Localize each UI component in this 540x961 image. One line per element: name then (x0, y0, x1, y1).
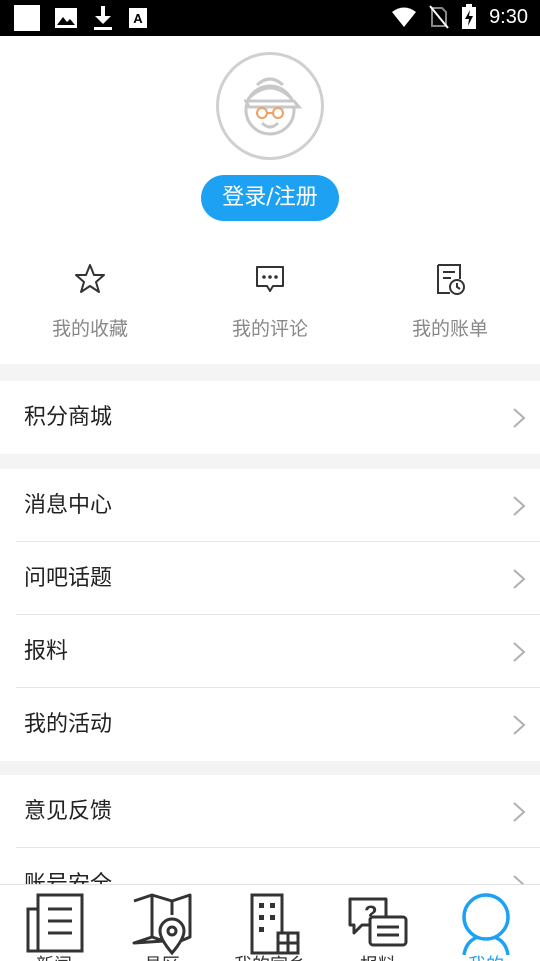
menu-item-message-center[interactable]: 消息中心 (0, 469, 540, 542)
square-icon (14, 5, 40, 31)
status-time: 9:30 (489, 5, 528, 28)
map-pin-icon (132, 893, 192, 955)
tab-report[interactable]: ? 报料 (324, 885, 432, 961)
bill-clock-icon (437, 264, 465, 295)
menu-item-label: 积分商城 (24, 405, 113, 430)
chevron-right-icon (513, 642, 526, 662)
quick-action-label: 我的收藏 (51, 318, 128, 340)
menu-group-account: 意见反馈 账号安全 (0, 775, 540, 884)
profile-header: 登录/注册 我的收藏 我的评论 我的账单 (0, 36, 540, 364)
quick-action-comments[interactable]: 我的评论 (180, 262, 360, 341)
chevron-right-icon (513, 408, 526, 428)
menu-group-points: 积分商城 (0, 381, 540, 454)
menu-item-label: 问吧话题 (24, 566, 113, 591)
menu-item-feedback[interactable]: 意见反馈 (0, 775, 540, 848)
star-icon (75, 264, 105, 293)
quick-action-label: 我的评论 (231, 318, 308, 340)
menu-item-report[interactable]: 报料 (0, 615, 540, 688)
quick-action-favorites[interactable]: 我的收藏 (0, 262, 180, 341)
battery-charging-icon (462, 4, 477, 29)
chevron-right-icon (513, 715, 526, 735)
login-register-button[interactable]: 登录/注册 (201, 175, 339, 221)
menu-item-my-activities[interactable]: 我的活动 (0, 688, 540, 761)
svg-text:A: A (133, 11, 143, 26)
menu-group-main: 消息中心 问吧话题 报料 我的活动 (0, 469, 540, 761)
menu-item-label: 意见反馈 (24, 799, 113, 824)
font-icon: A (129, 8, 147, 28)
user-icon (462, 893, 510, 955)
quick-action-bills[interactable]: 我的账单 (360, 262, 540, 341)
menu-item-topics[interactable]: 问吧话题 (0, 542, 540, 615)
no-sim-icon (429, 5, 449, 29)
bottom-tab-bar: 新闻 县区 我的家乡 ? (0, 884, 540, 961)
tab-news[interactable]: 新闻 (0, 885, 108, 961)
avatar[interactable] (216, 52, 324, 160)
menu-item-label: 我的活动 (24, 712, 113, 737)
comment-icon (256, 266, 284, 292)
cartoon-grandpa-avatar-icon (243, 77, 303, 136)
chevron-right-icon (513, 569, 526, 589)
image-icon (55, 8, 77, 28)
menu-item-label: 账号安全 (24, 848, 112, 884)
wifi-icon (392, 7, 417, 27)
newspaper-icon (26, 893, 84, 953)
download-icon (94, 6, 112, 30)
tab-mine[interactable]: 我的 (432, 885, 540, 961)
chevron-right-icon (513, 875, 525, 884)
question-chat-icon: ? (348, 897, 408, 947)
status-bar: A 9:30 (0, 0, 540, 36)
menu-item-label: 消息中心 (24, 493, 113, 518)
chevron-right-icon (513, 802, 526, 822)
tab-hometown[interactable]: 我的家乡 (216, 885, 324, 961)
menu-item-label: 报料 (24, 639, 69, 664)
menu-item-points-mall[interactable]: 积分商城 (0, 381, 540, 454)
building-icon (250, 893, 300, 955)
chevron-right-icon (513, 496, 526, 516)
menu-item-account-security[interactable]: 账号安全 (0, 848, 540, 884)
tab-county[interactable]: 县区 (108, 885, 216, 961)
quick-action-label: 我的账单 (411, 318, 488, 340)
